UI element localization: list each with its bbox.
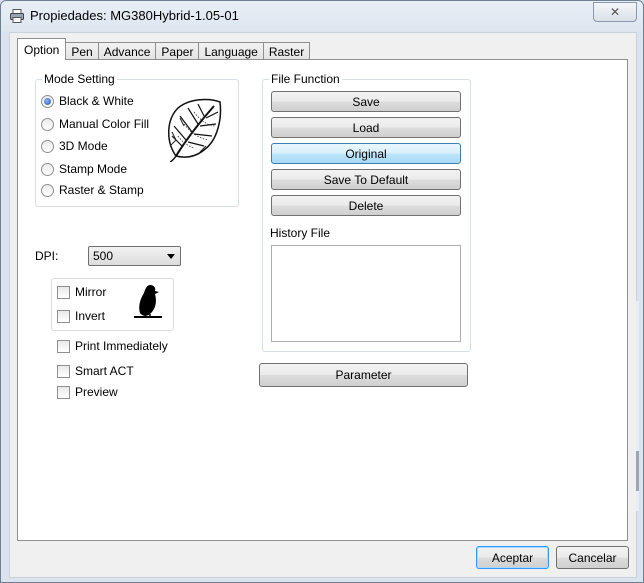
checkbox-label: Smart ACT — [75, 364, 134, 378]
radio-label: Raster & Stamp — [59, 183, 144, 197]
mode-setting-label: Mode Setting — [42, 72, 117, 86]
tab-language[interactable]: Language — [198, 42, 264, 60]
original-button[interactable]: Original — [271, 143, 461, 164]
dialog-client: Option Pen Advance Paper Language Raster… — [9, 32, 637, 578]
history-file-label: History File — [270, 226, 331, 240]
file-function-label: File Function — [269, 72, 342, 86]
radio-button[interactable] — [41, 94, 54, 108]
bird-icon — [134, 285, 162, 318]
radio-label: 3D Mode — [59, 139, 108, 153]
save-to-default-button[interactable]: Save To Default — [271, 169, 461, 190]
option-panel: Mode Setting Black & White Manual Color … — [17, 59, 628, 541]
accept-button[interactable]: Aceptar — [476, 546, 549, 569]
chevron-down-icon — [167, 254, 175, 259]
dpi-select[interactable]: 500 — [88, 246, 181, 266]
radio-button[interactable] — [41, 117, 54, 131]
title-bar[interactable]: Propiedades: MG380Hybrid-1.05-01 ✕ — [1, 1, 643, 31]
window-edge-grip — [636, 301, 639, 511]
radio-label: Stamp Mode — [59, 162, 128, 176]
radio-stamp-mode[interactable]: Stamp Mode — [41, 162, 127, 176]
tab-paper[interactable]: Paper — [155, 42, 200, 60]
radio-black-white[interactable]: Black & White — [41, 94, 134, 108]
radio-button[interactable] — [41, 183, 54, 197]
mode-setting-group: Mode Setting Black & White Manual Color … — [35, 72, 239, 207]
tab-pen[interactable]: Pen — [65, 42, 99, 60]
dpi-label: DPI: — [35, 249, 59, 263]
parameter-button[interactable]: Parameter — [259, 363, 468, 387]
radio-3d-mode[interactable]: 3D Mode — [41, 139, 108, 153]
checkbox-print-immediately[interactable]: Print Immediately — [57, 339, 168, 353]
tab-advance[interactable]: Advance — [97, 42, 157, 60]
radio-button[interactable] — [41, 139, 54, 153]
history-file-list[interactable] — [271, 245, 461, 342]
window-title: Propiedades: MG380Hybrid-1.05-01 — [30, 8, 239, 23]
delete-button[interactable]: Delete — [271, 195, 461, 216]
radio-label: Manual Color Fill — [59, 117, 150, 131]
checkbox-label: Print Immediately — [75, 339, 168, 353]
radio-manual-color-fill[interactable]: Manual Color Fill — [41, 117, 149, 131]
checkbox-smart-act[interactable]: Smart ACT — [57, 364, 134, 378]
tab-raster[interactable]: Raster — [262, 42, 311, 60]
checkbox-mirror[interactable]: Mirror — [57, 285, 106, 299]
close-icon: ✕ — [609, 5, 621, 19]
cancel-button[interactable]: Cancelar — [556, 546, 629, 569]
tab-option[interactable]: Option — [17, 38, 67, 60]
checkbox[interactable] — [57, 385, 70, 399]
checkbox-preview[interactable]: Preview — [57, 385, 118, 399]
properties-window: Propiedades: MG380Hybrid-1.05-01 ✕ Optio… — [0, 0, 644, 583]
mirror-invert-group: Mirror Invert — [51, 278, 174, 331]
leaf-icon — [168, 98, 222, 162]
load-button[interactable]: Load — [271, 117, 461, 138]
close-button[interactable]: ✕ — [593, 2, 637, 22]
checkbox-label: Invert — [75, 309, 106, 323]
checkbox-label: Preview — [75, 385, 118, 399]
tab-strip: Option Pen Advance Paper Language Raster — [17, 38, 311, 60]
checkbox[interactable] — [57, 364, 70, 378]
printer-icon — [10, 9, 24, 23]
radio-raster-stamp[interactable]: Raster & Stamp — [41, 183, 144, 197]
save-button[interactable]: Save — [271, 91, 461, 112]
radio-button[interactable] — [41, 162, 54, 176]
checkbox-label: Mirror — [75, 285, 107, 299]
checkbox[interactable] — [57, 285, 70, 299]
checkbox[interactable] — [57, 339, 70, 353]
checkbox-invert[interactable]: Invert — [57, 309, 105, 323]
dpi-value: 500 — [93, 249, 114, 263]
checkbox[interactable] — [57, 309, 70, 323]
radio-label: Black & White — [59, 94, 134, 108]
